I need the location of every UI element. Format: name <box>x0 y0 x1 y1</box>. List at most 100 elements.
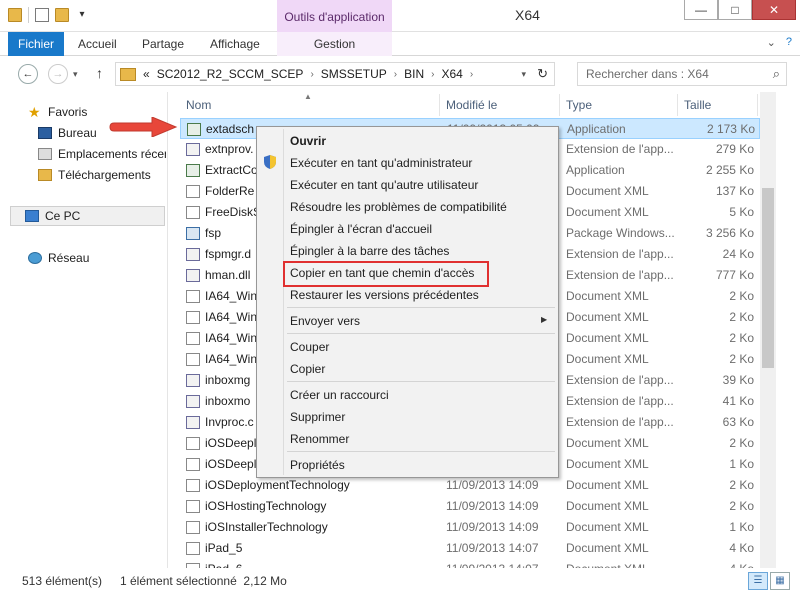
title-bar: ▾ Outils d'application X64 — □ ✕ <box>0 0 800 32</box>
ribbon-tabs: Fichier Accueil Partage Affichage Gestio… <box>0 32 800 56</box>
menu-item[interactable]: Envoyer vers <box>290 311 360 331</box>
new-folder-icon[interactable] <box>55 8 69 22</box>
file-size: 137 Ko <box>715 184 754 198</box>
file-dll-icon <box>186 269 200 282</box>
menu-item[interactable]: Copier <box>290 359 325 379</box>
tab-file[interactable]: Fichier <box>8 32 64 56</box>
back-button[interactable]: ← <box>18 64 38 84</box>
recent-locations-icon[interactable]: ▾ <box>73 69 78 80</box>
file-xml-icon <box>186 437 200 450</box>
address-bar[interactable]: « SC2012_R2_SCCM_SCEP › SMSSETUP › BIN ›… <box>115 62 555 86</box>
breadcrumb-item[interactable]: X64 <box>442 67 463 81</box>
file-dll-icon <box>186 416 200 429</box>
file-type: Extension de l'app... <box>566 373 674 387</box>
file-type: Document XML <box>566 352 649 366</box>
column-header-date[interactable]: Modifié le <box>440 94 560 116</box>
breadcrumb-item[interactable]: SC2012_R2_SCCM_SCEP <box>157 67 304 81</box>
menu-item[interactable]: Exécuter en tant qu'administrateur <box>290 153 472 173</box>
close-button[interactable]: ✕ <box>752 0 796 20</box>
file-size: 24 Ko <box>722 247 754 261</box>
minimize-button[interactable]: — <box>684 0 718 20</box>
file-type: Document XML <box>566 436 649 450</box>
menu-item[interactable]: Résoudre les problèmes de compatibilité <box>290 197 507 217</box>
file-type: Document XML <box>566 559 681 568</box>
menu-item[interactable]: Créer un raccourci <box>290 385 389 405</box>
file-row[interactable]: iOSInstallerTechnology 11/09/2013 14:09 Do… <box>180 517 760 538</box>
menu-separator <box>287 451 555 452</box>
help-icon[interactable]: ? <box>786 36 792 49</box>
scrollbar-thumb[interactable] <box>762 188 774 368</box>
menu-item[interactable]: Couper <box>290 337 329 357</box>
large-icons-view-icon[interactable]: ▦ <box>770 572 790 590</box>
file-type: Extension de l'app... <box>566 268 674 282</box>
vertical-scrollbar[interactable] <box>760 92 776 568</box>
file-date: 11/09/2013 14:09 <box>446 520 539 534</box>
column-header-size[interactable]: Taille <box>678 94 758 116</box>
column-header-type[interactable]: Type <box>560 94 678 116</box>
file-size: 5 Ko <box>729 205 754 219</box>
nav-item-label: Téléchargements <box>58 168 151 182</box>
file-row[interactable]: iOSDeploymentTechnology 11/09/2013 14:09 D… <box>180 475 760 496</box>
search-input[interactable]: Rechercher dans : X64 ⌕ <box>577 62 787 86</box>
properties-icon[interactable] <box>35 8 49 22</box>
chevron-right-icon[interactable]: › <box>394 69 397 80</box>
forward-button[interactable]: → <box>48 64 68 84</box>
menu-item[interactable]: Renommer <box>290 429 349 449</box>
menu-item[interactable]: Restaurer les versions précédentes <box>290 285 479 305</box>
menu-gutter <box>283 129 284 475</box>
nav-network[interactable]: Réseau <box>28 248 166 268</box>
breadcrumb-overflow[interactable]: « <box>143 67 150 81</box>
file-size: 2 Ko <box>729 352 754 366</box>
file-size: 2 Ko <box>729 289 754 303</box>
menu-separator <box>287 381 555 382</box>
recent-places-icon <box>38 148 52 160</box>
menu-item[interactable]: Supprimer <box>290 407 345 427</box>
menu-item[interactable]: Ouvrir <box>290 131 326 151</box>
breadcrumb-item[interactable]: BIN <box>404 67 424 81</box>
file-size: 41 Ko <box>722 394 754 408</box>
maximize-button[interactable]: □ <box>718 0 752 20</box>
file-size: 39 Ko <box>722 373 754 387</box>
tab-home[interactable]: Accueil <box>78 32 117 56</box>
customize-toolbar-icon[interactable]: ▾ <box>75 8 89 22</box>
file-row[interactable]: iOSHostingTechnology 11/09/2013 14:09 Docu… <box>180 496 760 517</box>
search-icon[interactable]: ⌕ <box>773 66 780 82</box>
file-type: Document XML <box>566 541 649 555</box>
tab-share[interactable]: Partage <box>142 32 184 56</box>
nav-downloads[interactable]: Téléchargements <box>38 165 176 185</box>
chevron-right-icon[interactable]: › <box>431 69 434 80</box>
file-pkg-icon <box>186 227 200 240</box>
menu-item[interactable]: Épingler à la barre des tâches <box>290 241 449 261</box>
nav-item-label: Réseau <box>48 251 90 265</box>
expand-ribbon-icon[interactable]: ⌄ <box>767 36 776 49</box>
up-button[interactable]: ↑ <box>96 65 103 81</box>
file-size: 2 Ko <box>729 331 754 345</box>
view-buttons: ☰ ▦ <box>748 572 790 590</box>
file-type: Extension de l'app... <box>566 247 674 261</box>
tab-manage[interactable]: Gestion <box>277 32 392 56</box>
file-type: Application <box>566 163 625 177</box>
menu-item[interactable]: Exécuter en tant qu'autre utilisateur <box>290 175 478 195</box>
file-row[interactable]: iPad_5 11/09/2013 14:07 Document XML 4 Ko <box>180 538 760 559</box>
menu-separator <box>287 307 555 308</box>
file-size: 2 Ko <box>729 499 754 513</box>
breadcrumb-item[interactable]: SMSSETUP <box>321 67 387 81</box>
file-xml-icon <box>186 332 200 345</box>
chevron-right-icon[interactable]: › <box>310 69 313 80</box>
tab-view[interactable]: Affichage <box>210 32 260 56</box>
nav-recent-places[interactable]: Emplacements récents <box>38 144 166 164</box>
column-header-name[interactable]: Nom <box>180 94 440 116</box>
file-name: iOSInstallerTechnology <box>205 520 328 534</box>
file-xml-icon <box>186 458 200 471</box>
uac-shield-icon <box>264 155 276 169</box>
menu-item[interactable]: Propriétés <box>290 455 345 475</box>
menu-item[interactable]: Épingler à l'écran d'accueil <box>290 219 432 239</box>
address-history-icon[interactable]: ▾ <box>521 69 526 80</box>
details-view-icon[interactable]: ☰ <box>748 572 768 590</box>
file-row[interactable]: iPad_611/09/2013 14:07Document XML4 Ko <box>180 559 760 568</box>
folder-icon[interactable] <box>8 8 22 22</box>
toolbar-separator <box>28 7 29 23</box>
refresh-icon[interactable]: ↻ <box>537 66 548 82</box>
chevron-right-icon[interactable]: › <box>470 69 473 80</box>
nav-this-pc[interactable]: Ce PC <box>10 206 165 226</box>
